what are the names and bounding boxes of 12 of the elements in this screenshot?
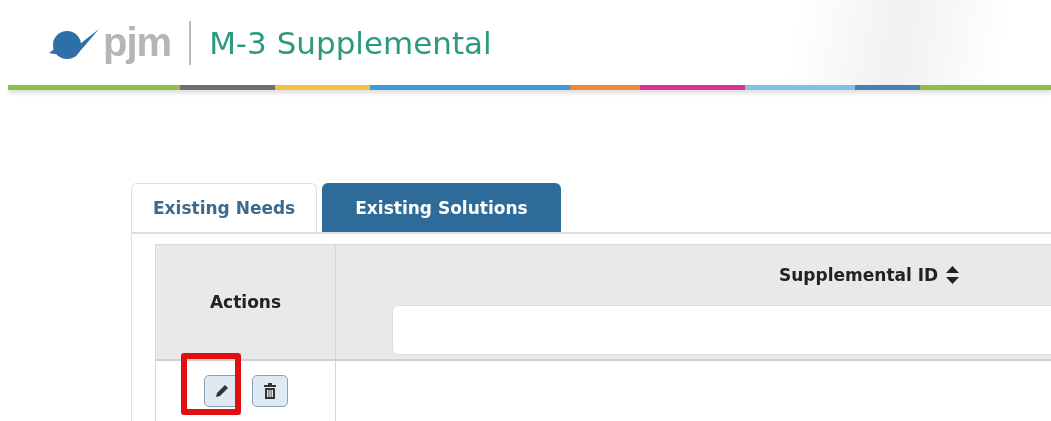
column-header: Actions [209,292,282,312]
logo-text: pjm [103,20,172,66]
highlight-mark [181,353,241,415]
delete-button[interactable] [251,375,288,407]
trash-icon [262,383,277,399]
column-header: Supplemental ID [779,265,939,285]
pencil-icon [213,383,230,399]
app-title: M-3 Supplemental [209,24,492,61]
filter-field[interactable] [392,305,1051,355]
tab[interactable]: Existing Needs [131,183,318,232]
sort-icon[interactable] [946,266,960,284]
tab[interactable]: Existing Solutions [322,183,561,232]
